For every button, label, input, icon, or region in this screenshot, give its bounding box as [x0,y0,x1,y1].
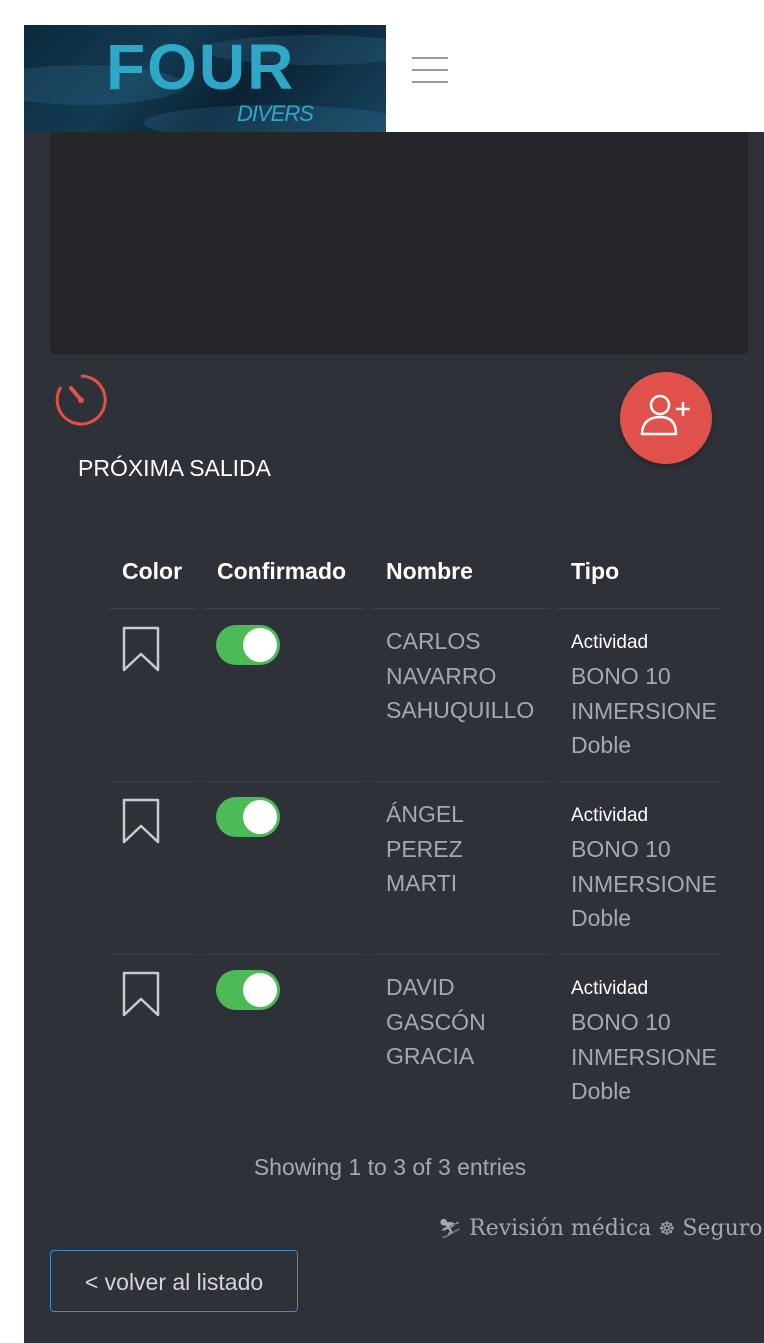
row-divider [556,608,720,609]
media-area [50,132,748,354]
bookmark-icon[interactable] [122,626,160,672]
hamburger-icon[interactable] [412,55,448,85]
row-divider [108,781,197,782]
medical-review-link[interactable]: Revisión médica [469,1216,651,1241]
activity-value: BONO 10 INMERSIONE Doble [571,663,717,758]
row-divider [371,954,550,955]
row-divider [203,954,365,955]
back-to-list-button[interactable]: < volver al listado [50,1250,298,1312]
activity-label: Actividad [571,805,649,826]
row-divider [203,608,365,609]
row-divider [371,781,550,782]
confirmed-toggle[interactable] [216,797,280,837]
insurance-link[interactable]: Seguro [682,1216,762,1241]
row-divider [203,781,365,782]
row-divider [108,608,197,609]
section-title: PRÓXIMA SALIDA [78,455,272,481]
column-header-type[interactable]: Tipo [571,558,619,585]
row-divider [371,608,550,609]
footer-links: ⛷ Revisión médica ☸ Seguro [438,1216,763,1241]
activity-value: BONO 10 INMERSIONE Doble [571,1009,717,1104]
row-divider [556,954,720,955]
life-ring-icon: ☸ [658,1218,676,1240]
logo-subtitle: DIVERS [237,101,314,126]
confirmed-toggle[interactable] [216,625,280,665]
participant-name: CARLOS NAVARRO SAHUQUILLO [386,628,535,723]
brand-logo[interactable]: FOUR DIVERS [24,25,386,132]
participant-name: ÁNGEL PEREZ MARTI [386,801,464,896]
column-header-name[interactable]: Nombre [386,558,473,585]
participant-name: DAVID GASCÓN GRACIA [386,974,486,1069]
logo-wordmark: FOUR [106,31,296,103]
row-divider [108,954,197,955]
bookmark-icon[interactable] [122,971,160,1017]
activity-label: Actividad [571,978,649,999]
activity-label: Actividad [571,632,649,653]
stopwatch-icon [54,373,108,427]
column-header-color[interactable]: Color [122,558,182,585]
table-info: Showing 1 to 3 of 3 entries [253,1154,527,1180]
activity-value: BONO 10 INMERSIONE Doble [571,836,717,931]
add-user-icon [640,394,690,436]
column-header-confirmed[interactable]: Confirmado [217,558,346,585]
confirmed-toggle[interactable] [216,970,280,1010]
bookmark-icon[interactable] [122,798,160,844]
add-participant-button[interactable] [620,372,712,464]
row-divider [556,781,720,782]
user-md-icon: ⛷ [438,1218,463,1240]
